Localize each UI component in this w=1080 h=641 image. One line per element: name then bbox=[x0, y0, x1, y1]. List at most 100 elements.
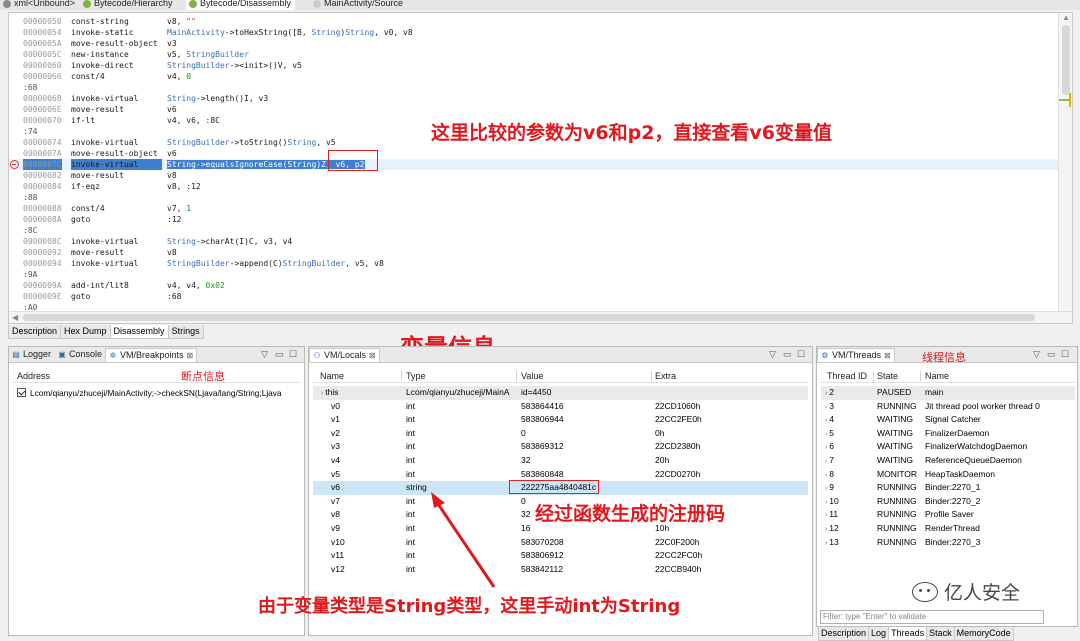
column-type[interactable]: Type bbox=[406, 369, 426, 383]
tab-description[interactable]: Description bbox=[8, 325, 62, 339]
thread-row[interactable]: › 12 RUNNING RenderThread bbox=[821, 522, 1075, 536]
thread-row[interactable]: › 7 WAITING ReferenceQueueDaemon bbox=[821, 454, 1075, 468]
tab-description[interactable]: Description bbox=[818, 627, 870, 641]
tab-vm-breakpoints[interactable]: ✲ VM/Breakpoints ⊠ bbox=[105, 348, 198, 362]
tab-strings[interactable]: Strings bbox=[167, 325, 204, 339]
code-line[interactable]: 00000050 const-string v8, "" bbox=[9, 16, 1059, 27]
minimize-icon[interactable]: ▭ bbox=[275, 348, 284, 361]
code-line[interactable]: 00000084 if-eqz v8, :12 bbox=[9, 181, 1059, 192]
code-line[interactable]: 0000007A move-result-object v6 bbox=[9, 148, 1059, 159]
local-variable-row[interactable]: v10 int 583070208 22C0F200h bbox=[313, 536, 808, 550]
maximize-icon[interactable]: ☐ bbox=[1061, 348, 1069, 361]
tab-vm-locals[interactable]: ⚇ VM/Locals ⊠ bbox=[309, 348, 380, 362]
tab-bytecode-hierarchy[interactable]: Bytecode/Hierarchy bbox=[80, 0, 177, 10]
code-line[interactable]: 00000068 invoke-virtual String->length()I,… bbox=[9, 93, 1059, 104]
tab-logger[interactable]: ▤ Logger bbox=[9, 348, 54, 362]
code-line[interactable]: 0000008C invoke-virtual String->charAt(I)C… bbox=[9, 236, 1059, 247]
tab-console[interactable]: ▣ Console bbox=[55, 348, 105, 362]
code-line[interactable]: 00000094 invoke-virtual StringBuilder->app… bbox=[9, 258, 1059, 269]
code-line[interactable]: 0000009A add-int/lit8 v4, v4, 0x02 bbox=[9, 280, 1059, 291]
maximize-icon[interactable]: ☐ bbox=[797, 348, 805, 361]
local-variable-row[interactable]: v2 int 0 0h bbox=[313, 427, 808, 441]
code-line[interactable]: 00000088 const/4 v7, 1 bbox=[9, 203, 1059, 214]
code-line[interactable]: 0000005A move-result-object v3 bbox=[9, 38, 1059, 49]
disassembly-editor[interactable]: 00000050 const-string v8, "" 00000054 invoke… bbox=[8, 12, 1073, 324]
close-icon[interactable]: ⊠ bbox=[884, 351, 891, 360]
tab-hex-dump[interactable]: Hex Dump bbox=[60, 325, 111, 339]
editor-horizontal-scrollbar[interactable]: ◀ bbox=[9, 311, 1072, 323]
editor-vertical-scrollbar[interactable]: ▲ bbox=[1058, 13, 1072, 323]
column-extra[interactable]: Extra bbox=[655, 369, 676, 383]
maximize-icon[interactable]: ☐ bbox=[289, 348, 297, 361]
code-opcode: invoke-static bbox=[71, 28, 134, 37]
breakpoint-enabled-checkbox[interactable] bbox=[17, 388, 26, 397]
column-thread-name[interactable]: Name bbox=[925, 369, 949, 383]
column-name[interactable]: Name bbox=[320, 369, 344, 383]
thread-row[interactable]: › 13 RUNNING Binder:2270_3 bbox=[821, 536, 1075, 550]
tab-vm-threads[interactable]: ⚙ VM/Threads ⊠ bbox=[817, 348, 895, 362]
local-variable-row[interactable]: v0 int 583864416 22CD1060h bbox=[313, 400, 808, 414]
code-line[interactable]: 0000006E move-result v6 bbox=[9, 104, 1059, 115]
code-label-line[interactable]: :68 bbox=[9, 82, 1059, 93]
column-thread-id[interactable]: Thread ID bbox=[827, 369, 867, 383]
code-operands: String->charAt(I)C, v3, v4 bbox=[167, 236, 292, 247]
code-line[interactable]: 0000005C new-instance v5, StringBuilder bbox=[9, 49, 1059, 60]
local-variable-row[interactable]: v3 int 583869312 22CD2380h bbox=[313, 440, 808, 454]
column-state[interactable]: State bbox=[877, 369, 898, 383]
local-variable-row[interactable]: v12 int 583842112 22CCB940h bbox=[313, 563, 808, 577]
minimize-icon[interactable]: ▭ bbox=[783, 348, 792, 361]
column-address[interactable]: Address bbox=[17, 369, 50, 383]
tab-stack[interactable]: Stack bbox=[926, 627, 955, 641]
code-line[interactable]: 00000082 move-result v8 bbox=[9, 170, 1059, 181]
thread-name: RenderThread bbox=[925, 522, 1075, 536]
tab-memory-code[interactable]: MemoryCode bbox=[953, 627, 1014, 641]
scroll-up-arrow-icon[interactable]: ▲ bbox=[1062, 13, 1070, 23]
local-variable-row[interactable]: v4 int 32 20h bbox=[313, 454, 808, 468]
tab-disassembly[interactable]: Disassembly bbox=[109, 325, 169, 339]
scrollbar-thumb[interactable] bbox=[23, 314, 1035, 321]
code-line[interactable]: 0000008A goto:12 bbox=[9, 214, 1059, 225]
thread-state-text: PAUSED bbox=[877, 387, 912, 397]
thread-filter-input[interactable]: Filter: type "Enter" to validate bbox=[820, 610, 1044, 624]
breakpoint-item[interactable]: Lcom/qianyu/zhuceji/MainActivity;->check… bbox=[17, 387, 302, 401]
local-variable-row[interactable]: › this Lcom/qianyu/zhuceji/MainA id=4450 bbox=[313, 386, 808, 400]
thread-row[interactable]: › 3 RUNNING Jit thread pool worker thread … bbox=[821, 400, 1075, 414]
view-menu-icon[interactable]: ▽ bbox=[1033, 348, 1040, 361]
thread-state-text: WAITING bbox=[877, 441, 914, 452]
close-icon[interactable]: ⊠ bbox=[187, 351, 194, 360]
code-line[interactable]: 00000060 invoke-direct StringBuilder-><ini… bbox=[9, 60, 1059, 71]
breakpoint-arrow-icon[interactable] bbox=[10, 160, 19, 169]
scroll-left-arrow-icon[interactable]: ◀ bbox=[12, 313, 18, 323]
code-line[interactable]: 0000007C invoke-virtual String->equalsIgno… bbox=[9, 159, 1059, 170]
tab-threads[interactable]: Threads bbox=[888, 627, 928, 641]
thread-row[interactable]: › 6 WAITING FinalizerWatchdogDaemon bbox=[821, 440, 1075, 454]
code-label-line[interactable]: :88 bbox=[9, 192, 1059, 203]
scrollbar-thumb[interactable] bbox=[1062, 25, 1070, 95]
thread-row[interactable]: › 5 WAITING FinalizerDaemon bbox=[821, 427, 1075, 441]
thread-row[interactable]: › 9 RUNNING Binder:2270_1 bbox=[821, 481, 1075, 495]
code-line[interactable]: 00000092 move-result v8 bbox=[9, 247, 1059, 258]
thread-row[interactable]: › 8 MONITOR HeapTaskDaemon bbox=[821, 468, 1075, 482]
thread-row[interactable]: › 2 PAUSED main bbox=[821, 386, 1075, 400]
code-label-line[interactable]: :9A bbox=[9, 269, 1059, 280]
code-line[interactable]: 00000054 invoke-static MainActivity->toHex… bbox=[9, 27, 1059, 38]
tab-log[interactable]: Log bbox=[868, 627, 890, 641]
tab-xml-unbound[interactable]: xml<Unbound> bbox=[0, 0, 79, 10]
close-icon[interactable]: ⊠ bbox=[369, 351, 376, 360]
code-line[interactable]: 0000009E goto:68 bbox=[9, 291, 1059, 302]
minimize-icon[interactable]: ▭ bbox=[1047, 348, 1056, 361]
code-token: :12 bbox=[167, 215, 182, 224]
variable-name-text: v4 bbox=[331, 455, 340, 465]
thread-row[interactable]: › 10 RUNNING Binder:2270_2 bbox=[821, 495, 1075, 509]
code-label-line[interactable]: :8C bbox=[9, 225, 1059, 236]
tab-bytecode-disassembly[interactable]: Bytecode/Disassembly bbox=[186, 0, 296, 10]
tab-mainactivity-source[interactable]: MainActivity/Source bbox=[310, 0, 407, 10]
local-variable-row[interactable]: v11 int 583806912 22CC2FC0h bbox=[313, 549, 808, 563]
local-variable-row[interactable]: v1 int 583806944 22CC2FE0h bbox=[313, 413, 808, 427]
view-menu-icon[interactable]: ▽ bbox=[261, 348, 268, 361]
view-menu-icon[interactable]: ▽ bbox=[769, 348, 776, 361]
thread-row[interactable]: › 11 RUNNING Profile Saver bbox=[821, 508, 1075, 522]
thread-row[interactable]: › 4 WAITING Signal Catcher bbox=[821, 413, 1075, 427]
code-line[interactable]: 00000066 const/4 v4, 0 bbox=[9, 71, 1059, 82]
column-value[interactable]: Value bbox=[521, 369, 543, 383]
